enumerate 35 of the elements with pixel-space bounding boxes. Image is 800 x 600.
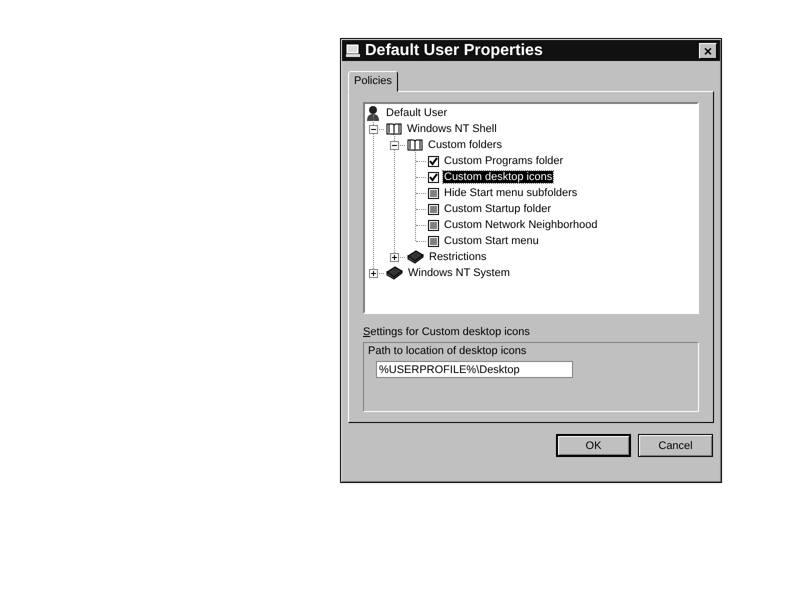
cancel-button[interactable]: Cancel — [638, 434, 713, 457]
collapse-icon[interactable] — [390, 140, 399, 150]
tree-item[interactable]: Custom folders — [427, 139, 503, 151]
checkbox[interactable] — [428, 236, 439, 246]
checkbox[interactable] — [428, 188, 439, 198]
close-button[interactable]: × — [699, 42, 717, 58]
ok-button[interactable]: OK — [556, 434, 631, 457]
open-book-icon — [386, 122, 402, 136]
expand-icon[interactable] — [390, 252, 399, 262]
field-label: Path to location of desktop icons — [368, 345, 528, 357]
checkbox[interactable] — [428, 156, 439, 166]
computer-icon — [345, 44, 361, 58]
tree-item[interactable]: Windows NT System — [407, 267, 511, 279]
settings-title: Settings for Custom desktop icons — [363, 326, 531, 338]
tab[interactable]: Policies — [348, 71, 398, 92]
window-title: Default User Properties — [365, 42, 544, 60]
checkbox[interactable] — [428, 172, 439, 182]
tree-item[interactable]: Custom Startup folder — [443, 203, 552, 215]
tree-item[interactable]: Windows NT Shell — [406, 123, 498, 135]
user-icon — [365, 105, 381, 121]
tree-item[interactable]: Restrictions — [428, 251, 488, 263]
tree-item[interactable]: Custom Start menu — [443, 235, 540, 247]
checkbox[interactable] — [428, 220, 439, 230]
tree-item[interactable]: Custom Network Neighborhood — [443, 219, 598, 231]
tree-item[interactable]: Hide Start menu subfolders — [443, 187, 578, 199]
expand-icon[interactable] — [369, 268, 378, 278]
tree-item[interactable]: Custom desktop icons — [443, 171, 554, 183]
book-icon — [407, 250, 424, 264]
tree-item[interactable]: Default User — [385, 107, 448, 119]
open-book-icon — [407, 138, 423, 152]
collapse-icon[interactable] — [369, 124, 378, 134]
book-icon — [386, 266, 403, 280]
checkbox[interactable] — [428, 204, 439, 214]
tree-item[interactable]: Custom Programs folder — [443, 155, 564, 167]
path-field[interactable]: %USERPROFILE%\Desktop — [376, 361, 573, 378]
